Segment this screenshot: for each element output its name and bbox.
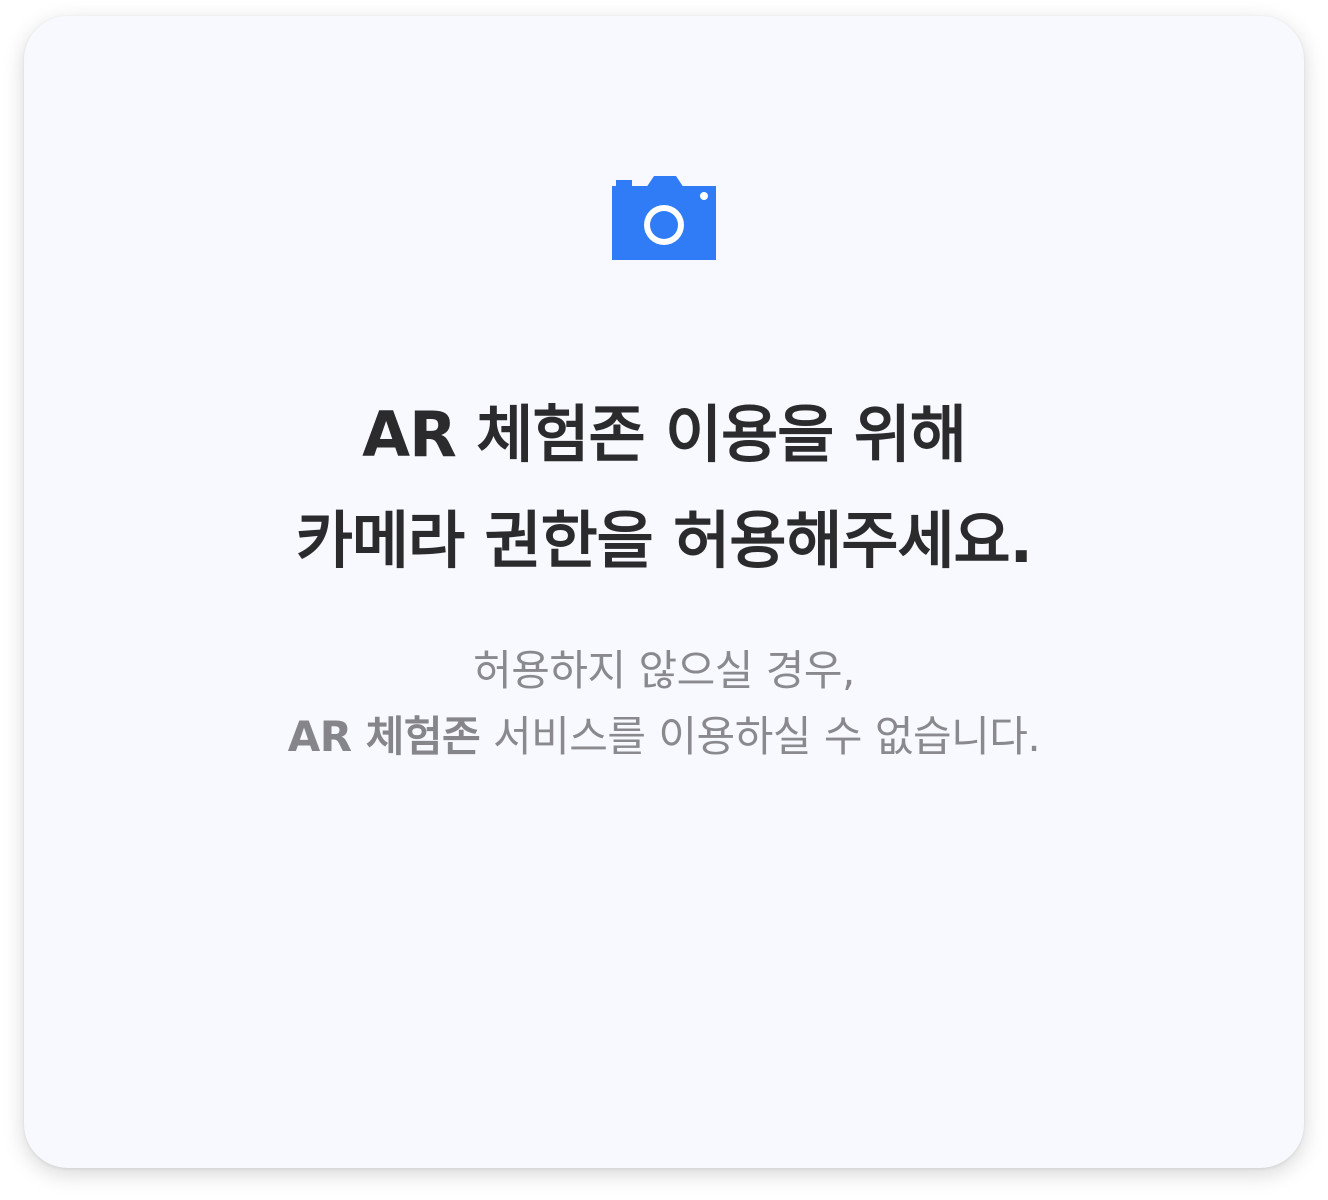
description-line-2-text: 서비스를 이용하실 수 없습니다. — [480, 712, 1041, 761]
title-line-1: AR 체험존 이용을 위해 — [362, 398, 967, 471]
description-line-1: 허용하지 않으실 경우, — [473, 646, 855, 695]
description: 허용하지 않으실 경우, AR 체험존 서비스를 이용하실 수 없습니다. — [24, 638, 1304, 770]
description-highlight: AR 체험존 — [287, 712, 481, 761]
page-title: AR 체험존 이용을 위해 카메라 권한을 허용해주세요. — [24, 382, 1304, 594]
camera-icon — [612, 176, 716, 260]
title-line-2: 카메라 권한을 허용해주세요. — [295, 504, 1033, 577]
description-line-2: AR 체험존 서비스를 이용하실 수 없습니다. — [24, 704, 1304, 770]
permission-dialog: AR 체험존 이용을 위해 카메라 권한을 허용해주세요. 허용하지 않으실 경… — [24, 16, 1304, 1168]
